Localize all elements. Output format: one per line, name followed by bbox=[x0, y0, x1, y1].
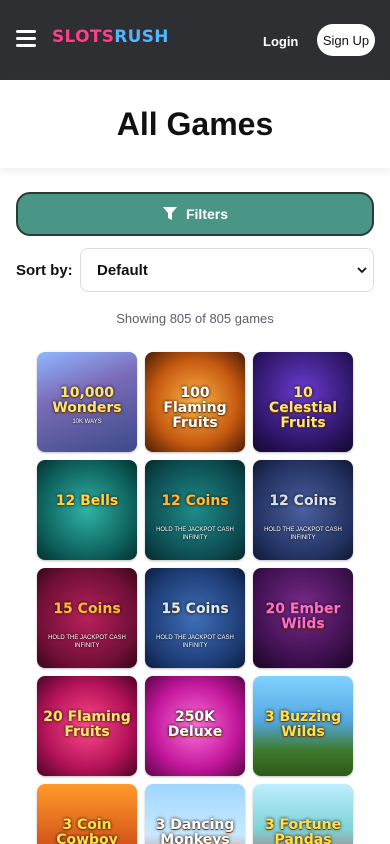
filters-button[interactable]: Filters bbox=[16, 192, 374, 236]
game-tile[interactable]: 12 Coins HOLD THE JACKPOT CASH INFINITY bbox=[253, 460, 353, 560]
game-tile[interactable]: 20 Ember Wilds bbox=[253, 568, 353, 668]
game-title: 3 Dancing Monkeys bbox=[155, 817, 235, 844]
logo-part-slots: SLOTS bbox=[52, 27, 115, 47]
game-title: 10,000 Wonders bbox=[52, 385, 122, 416]
signup-button[interactable]: Sign Up bbox=[317, 24, 375, 56]
sort-selected-value: Default bbox=[97, 261, 148, 279]
game-title: 20 Ember Wilds bbox=[265, 601, 341, 632]
game-title: 100 Flaming Fruits bbox=[163, 385, 227, 431]
game-tile[interactable]: 3 Dancing Monkeys bbox=[145, 784, 245, 844]
game-tile[interactable]: 20 Flaming Fruits bbox=[37, 676, 137, 776]
game-tile[interactable]: 12 Bells bbox=[37, 460, 137, 560]
game-title: 15 Coins bbox=[161, 601, 229, 617]
game-tile[interactable]: 15 Coins HOLD THE JACKPOT CASH INFINITY bbox=[37, 568, 137, 668]
top-navigation-bar: SLOTSRUSH Login Sign Up bbox=[0, 0, 390, 80]
game-title: 250K Deluxe bbox=[167, 709, 223, 740]
game-title: 15 Coins bbox=[53, 601, 121, 617]
site-logo[interactable]: SLOTSRUSH bbox=[52, 27, 169, 47]
logo-part-rush: RUSH bbox=[114, 27, 169, 47]
game-subtitle: HOLD THE JACKPOT CASH INFINITY bbox=[48, 635, 126, 649]
game-title: 3 Fortune Pandas bbox=[264, 817, 342, 844]
game-subtitle: HOLD THE JACKPOT CASH INFINITY bbox=[264, 527, 342, 541]
game-title: 12 Coins bbox=[269, 493, 337, 509]
game-tile[interactable]: 12 Coins HOLD THE JACKPOT CASH INFINITY bbox=[145, 460, 245, 560]
game-title: 3 Buzzing Wilds bbox=[264, 709, 342, 740]
game-subtitle: HOLD THE JACKPOT CASH INFINITY bbox=[156, 635, 234, 649]
filters-label: Filters bbox=[185, 206, 228, 222]
game-tile[interactable]: 100 Flaming Fruits bbox=[145, 352, 245, 452]
game-title: 10 Celestial Fruits bbox=[268, 385, 338, 431]
page-title-section: All Games bbox=[0, 80, 390, 168]
sort-label: Sort by: bbox=[16, 262, 73, 279]
game-title: 20 Flaming Fruits bbox=[43, 709, 131, 740]
game-tile[interactable]: 3 Coin Cowboy bbox=[37, 784, 137, 844]
game-tile[interactable]: 250K Deluxe bbox=[145, 676, 245, 776]
game-title: 3 Coin Cowboy bbox=[56, 817, 118, 844]
game-tile[interactable]: 10,000 Wonders 10K WAYS bbox=[37, 352, 137, 452]
game-tile[interactable]: 15 Coins HOLD THE JACKPOT CASH INFINITY bbox=[145, 568, 245, 668]
filter-icon bbox=[162, 207, 177, 220]
login-link[interactable]: Login bbox=[263, 34, 298, 49]
game-subtitle: 10K WAYS bbox=[72, 419, 102, 425]
game-title: 12 Coins bbox=[161, 493, 229, 509]
page-title: All Games bbox=[116, 106, 274, 142]
game-subtitle: HOLD THE JACKPOT CASH INFINITY bbox=[156, 527, 234, 541]
sort-select[interactable]: Default bbox=[80, 248, 374, 292]
game-tile[interactable]: 3 Fortune Pandas bbox=[253, 784, 353, 844]
game-title: 12 Bells bbox=[55, 493, 119, 509]
menu-icon[interactable] bbox=[16, 30, 36, 48]
chevron-down-icon bbox=[357, 267, 367, 274]
game-tile[interactable]: 3 Buzzing Wilds bbox=[253, 676, 353, 776]
game-tile[interactable]: 10 Celestial Fruits bbox=[253, 352, 353, 452]
results-count: Showing 805 of 805 games bbox=[116, 311, 274, 326]
